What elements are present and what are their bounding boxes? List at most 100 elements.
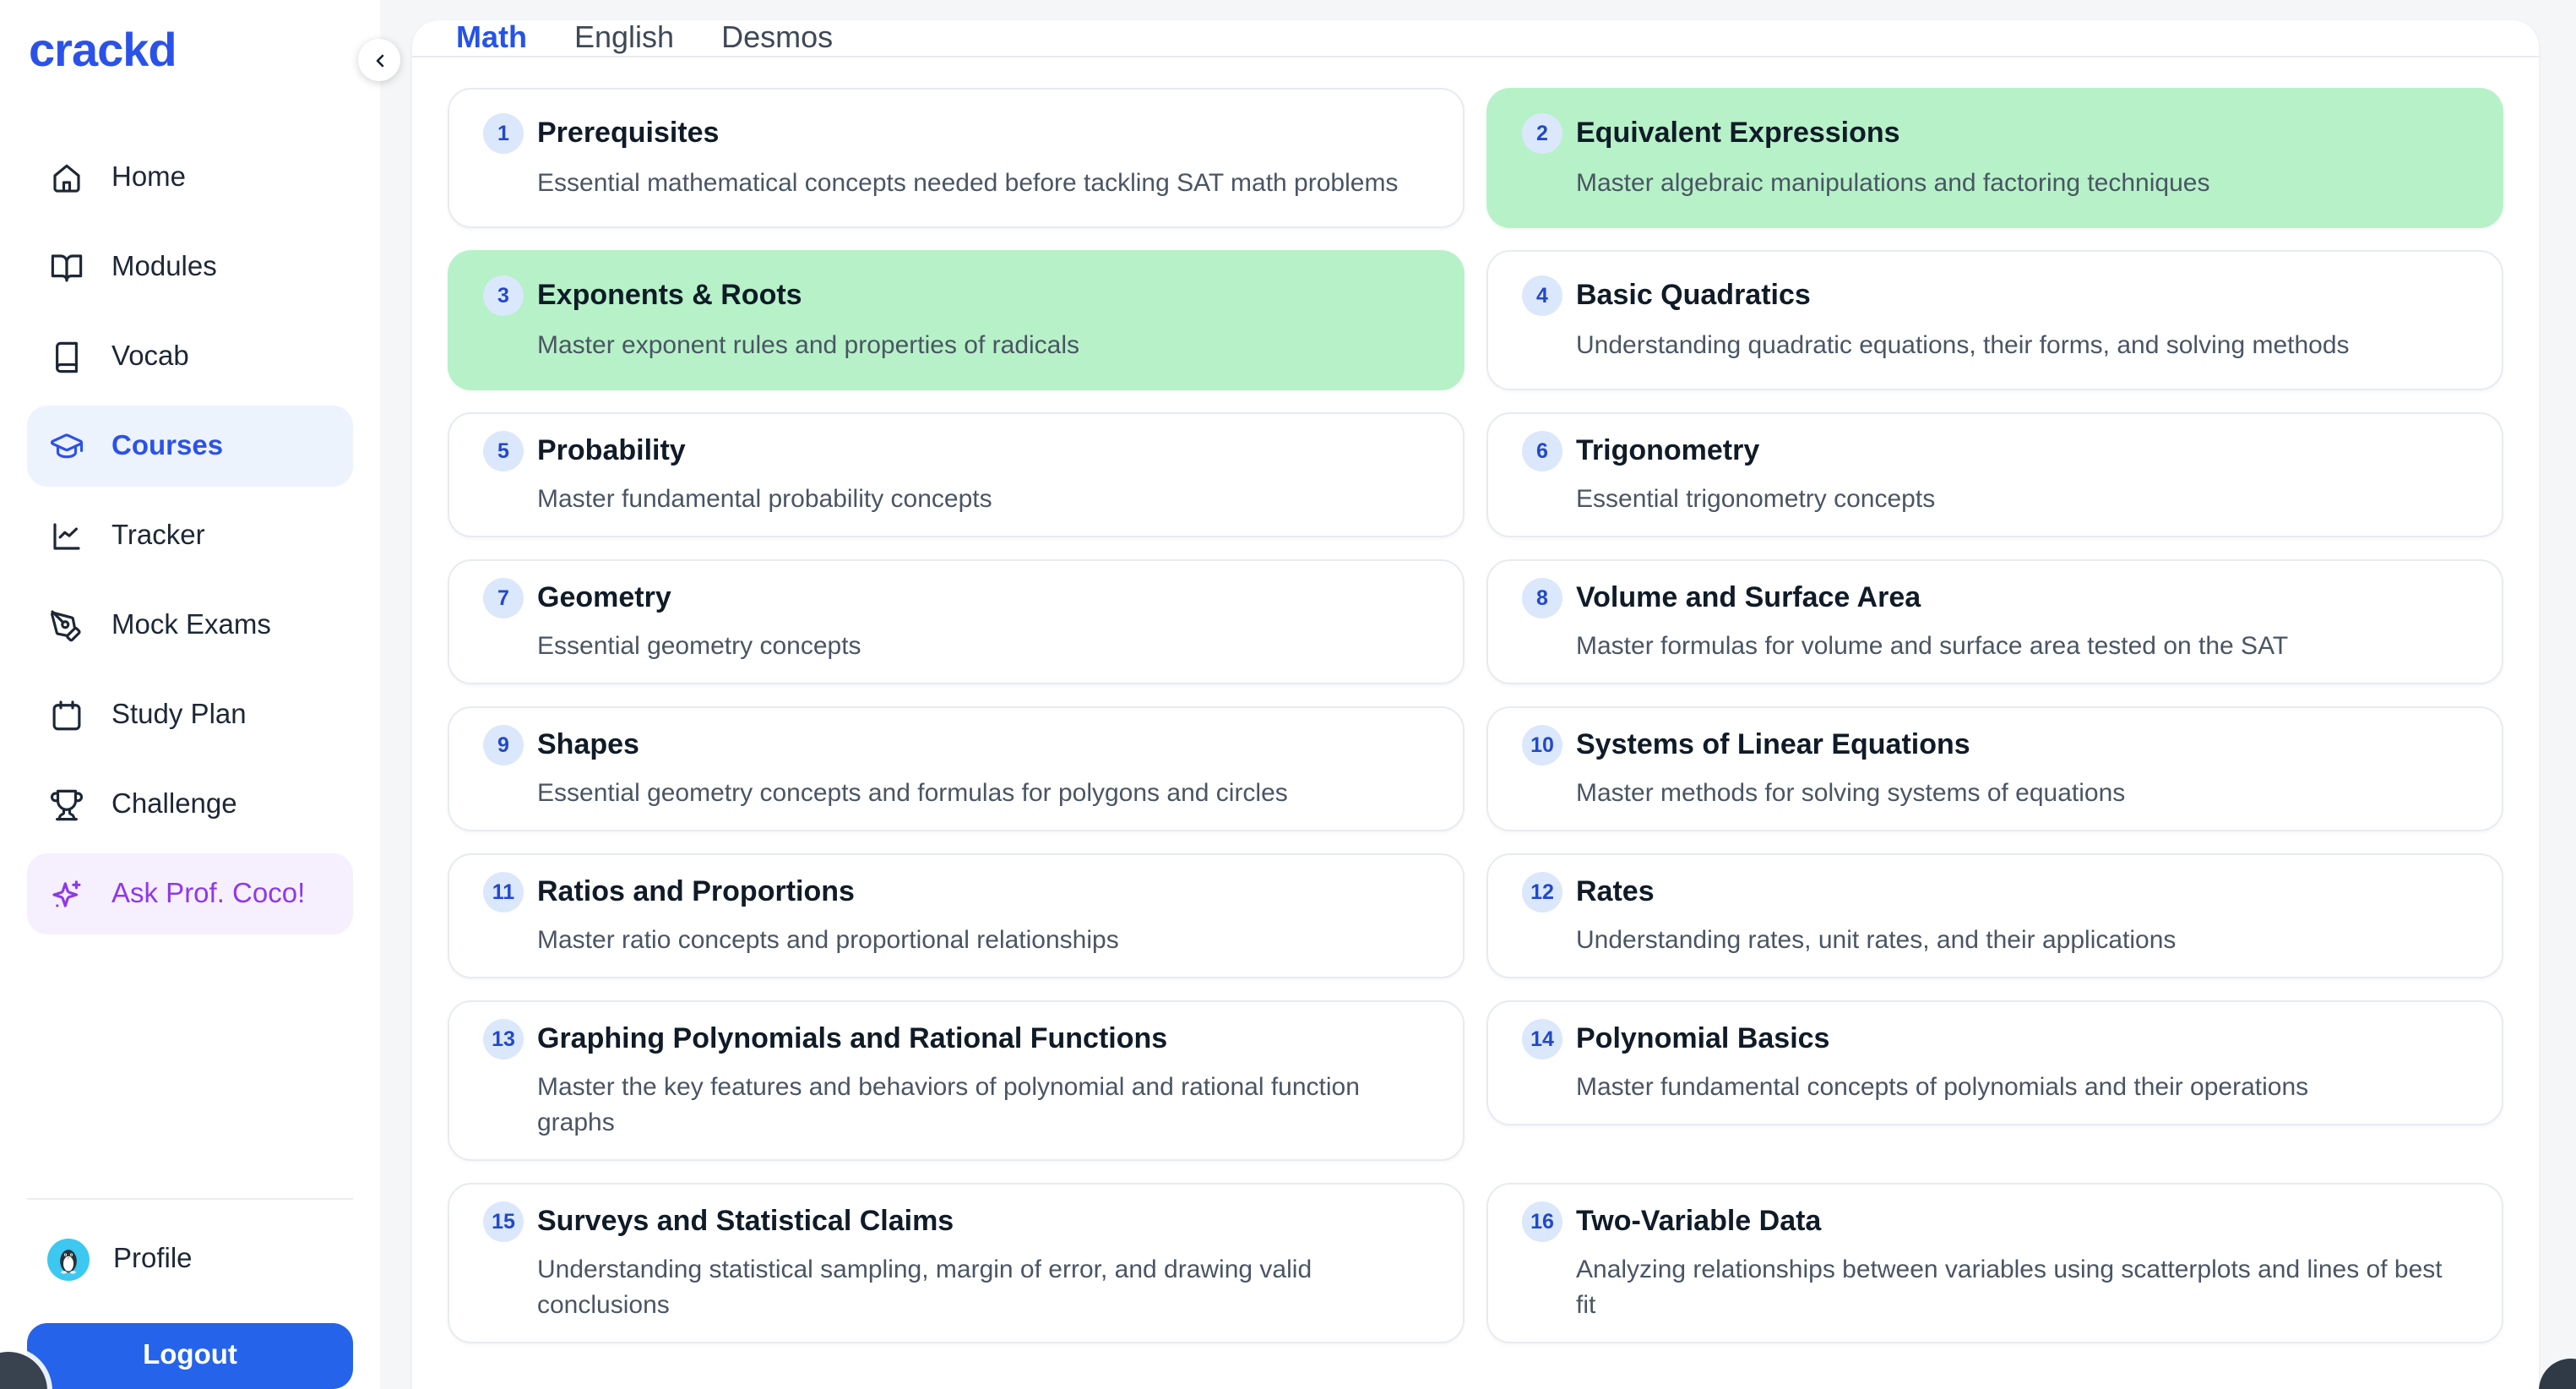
trophy-icon [49, 787, 84, 822]
course-card-header: 16 Two-Variable Data [1522, 1201, 2468, 1242]
course-description: Analyzing relationships between variable… [1576, 1252, 2468, 1323]
course-card[interactable]: 13 Graphing Polynomials and Rational Fun… [448, 1000, 1465, 1161]
course-number-badge: 7 [483, 578, 524, 618]
course-title: Basic Quadratics [1576, 275, 1811, 316]
penguin-avatar [47, 1238, 90, 1280]
sidebar-item-modules[interactable]: Modules [27, 226, 353, 308]
course-description: Master algebraic manipulations and facto… [1576, 166, 2468, 201]
course-card[interactable]: 14 Polynomial Basics Master fundamental … [1486, 1000, 2503, 1125]
course-number-badge: 10 [1522, 725, 1562, 765]
course-description: Essential trigonometry concepts [1576, 482, 2468, 517]
course-card-header: 15 Surveys and Statistical Claims [483, 1201, 1429, 1242]
corner-widget-peek-right[interactable] [2539, 1359, 2576, 1389]
course-card-header: 11 Ratios and Proportions [483, 872, 1429, 912]
sidebar-item-home[interactable]: Home [27, 137, 353, 218]
course-description: Essential mathematical concepts needed b… [537, 166, 1429, 201]
course-title: Equivalent Expressions [1576, 113, 1900, 154]
course-number-badge: 5 [483, 431, 524, 471]
course-card-header: 7 Geometry [483, 578, 1429, 618]
main-panel: Math English Desmos 1 Prerequisites Essent… [412, 20, 2539, 1389]
sidebar-item-challenge[interactable]: Challenge [27, 764, 353, 845]
course-card[interactable]: 8 Volume and Surface Area Master formula… [1486, 559, 2503, 684]
course-description: Master ratio concepts and proportional r… [537, 923, 1429, 958]
profile-label: Profile [113, 1243, 193, 1275]
course-title: Rates [1576, 872, 1655, 912]
course-card-header: 6 Trigonometry [1522, 431, 2468, 471]
course-title: Surveys and Statistical Claims [537, 1201, 954, 1242]
course-card[interactable]: 1 Prerequisites Essential mathematical c… [448, 88, 1465, 228]
course-card[interactable]: 16 Two-Variable Data Analyzing relations… [1486, 1183, 2503, 1343]
course-number-badge: 8 [1522, 578, 1562, 618]
sidebar-collapse-button[interactable] [358, 39, 400, 81]
course-grid: 1 Prerequisites Essential mathematical c… [412, 57, 2539, 1389]
logout-button[interactable]: Logout [27, 1323, 353, 1389]
course-card-header: 13 Graphing Polynomials and Rational Fun… [483, 1019, 1429, 1059]
tab-desmos[interactable]: Desmos [721, 20, 833, 56]
course-card-header: 8 Volume and Surface Area [1522, 578, 2468, 618]
course-number-badge: 15 [483, 1201, 524, 1242]
sidebar-item-label: Courses [111, 430, 223, 462]
sidebar-item-courses[interactable]: Courses [27, 406, 353, 487]
profile-button[interactable]: Profile [27, 1223, 353, 1294]
pen-nib-icon [49, 607, 84, 643]
course-card[interactable]: 12 Rates Understanding rates, unit rates… [1486, 853, 2503, 978]
course-title: Geometry [537, 578, 671, 618]
sidebar-item-label: Home [111, 161, 186, 193]
course-card[interactable]: 9 Shapes Essential geometry concepts and… [448, 706, 1465, 831]
app-logo: crackd [29, 27, 380, 74]
course-description: Understanding rates, unit rates, and the… [1576, 923, 2468, 958]
app-root: crackd Home Modules Vocab Courses Tracke… [0, 0, 2576, 1389]
course-description: Master formulas for volume and surface a… [1576, 629, 2468, 664]
course-description: Understanding statistical sampling, marg… [537, 1252, 1429, 1323]
sidebar-item-label: Ask Prof. Coco! [111, 878, 305, 910]
subject-tabbar: Math English Desmos [412, 20, 2539, 57]
course-card-header: 5 Probability [483, 431, 1429, 471]
graduation-cap-icon [49, 428, 84, 464]
course-number-badge: 3 [483, 275, 524, 316]
course-card[interactable]: 6 Trigonometry Essential trigonometry co… [1486, 412, 2503, 537]
course-card[interactable]: 3 Exponents & Roots Master exponent rule… [448, 250, 1465, 390]
sidebar-item-label: Modules [111, 251, 217, 283]
course-card[interactable]: 10 Systems of Linear Equations Master me… [1486, 706, 2503, 831]
course-card[interactable]: 2 Equivalent Expressions Master algebrai… [1486, 88, 2503, 228]
sidebar-item-label: Mock Exams [111, 609, 271, 641]
tab-english[interactable]: English [574, 20, 674, 56]
course-card[interactable]: 7 Geometry Essential geometry concepts [448, 559, 1465, 684]
sidebar-item-label: Study Plan [111, 699, 247, 731]
course-description: Essential geometry concepts and formulas… [537, 776, 1429, 811]
course-number-badge: 9 [483, 725, 524, 765]
course-title: Trigonometry [1576, 431, 1759, 471]
sidebar-item-ask-prof-coco[interactable]: Ask Prof. Coco! [27, 853, 353, 934]
course-title: Graphing Polynomials and Rational Functi… [537, 1019, 1167, 1059]
course-card[interactable]: 5 Probability Master fundamental probabi… [448, 412, 1465, 537]
course-number-badge: 11 [483, 872, 524, 912]
course-description: Master the key features and behaviors of… [537, 1070, 1429, 1141]
sidebar: crackd Home Modules Vocab Courses Tracke… [0, 0, 380, 1389]
book-icon [49, 339, 84, 374]
course-number-badge: 2 [1522, 113, 1562, 154]
sidebar-item-study-plan[interactable]: Study Plan [27, 674, 353, 755]
course-title: Probability [537, 431, 686, 471]
course-title: Exponents & Roots [537, 275, 802, 316]
course-number-badge: 1 [483, 113, 524, 154]
course-description: Understanding quadratic equations, their… [1576, 328, 2468, 363]
course-card-header: 1 Prerequisites [483, 113, 1429, 154]
line-chart-icon [49, 518, 84, 553]
course-card-header: 14 Polynomial Basics [1522, 1019, 2468, 1059]
course-card[interactable]: 4 Basic Quadratics Understanding quadrat… [1486, 250, 2503, 390]
course-number-badge: 14 [1522, 1019, 1562, 1059]
sidebar-spacer [0, 943, 380, 1198]
tab-math[interactable]: Math [456, 20, 527, 56]
sidebar-item-mock-exams[interactable]: Mock Exams [27, 585, 353, 666]
sidebar-divider [27, 1198, 353, 1200]
sidebar-item-tracker[interactable]: Tracker [27, 495, 353, 576]
course-number-badge: 16 [1522, 1201, 1562, 1242]
course-title: Systems of Linear Equations [1576, 725, 1970, 765]
course-card[interactable]: 11 Ratios and Proportions Master ratio c… [448, 853, 1465, 978]
course-card[interactable]: 15 Surveys and Statistical Claims Unders… [448, 1183, 1465, 1343]
sidebar-item-vocab[interactable]: Vocab [27, 316, 353, 397]
course-description: Master fundamental concepts of polynomia… [1576, 1070, 2468, 1105]
course-title: Two-Variable Data [1576, 1201, 1821, 1242]
book-open-icon [49, 249, 84, 285]
sidebar-item-label: Challenge [111, 788, 237, 820]
